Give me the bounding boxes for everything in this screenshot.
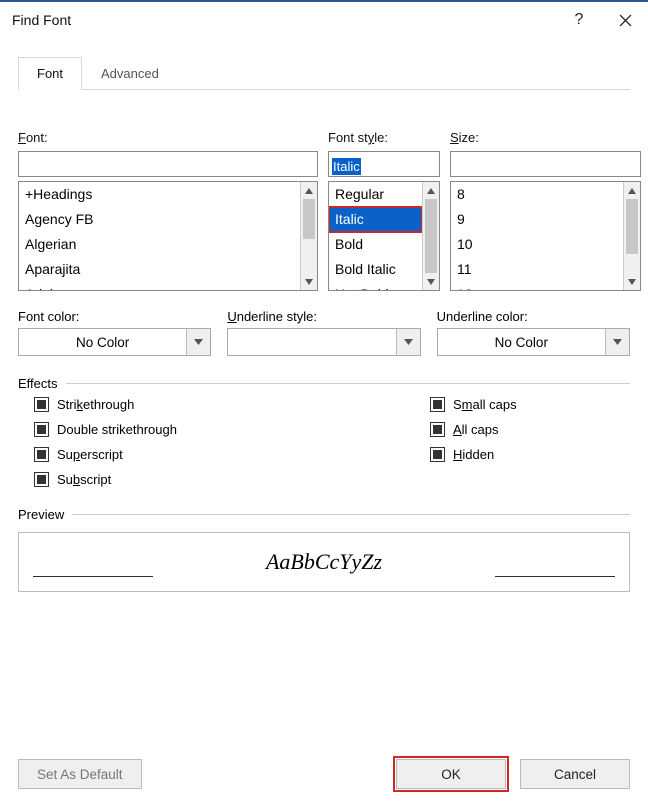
- scroll-up-icon[interactable]: [423, 182, 439, 199]
- checkbox-icon: [34, 422, 49, 437]
- size-list[interactable]: 8 9 10 11 12: [450, 181, 641, 291]
- preview-sample-text: AaBbCcYyZz: [266, 549, 382, 575]
- chevron-down-icon[interactable]: [186, 329, 210, 355]
- tab-bar: Font Advanced: [18, 56, 630, 90]
- help-button[interactable]: ?: [556, 2, 602, 38]
- underline-color-dropdown[interactable]: No Color: [437, 328, 630, 356]
- scroll-up-icon[interactable]: [624, 182, 640, 199]
- scroll-down-icon[interactable]: [301, 273, 317, 290]
- checkbox-all-caps[interactable]: All caps: [430, 422, 630, 437]
- checkbox-icon: [34, 447, 49, 462]
- font-list-item[interactable]: +Headings: [19, 182, 300, 207]
- scrollbar[interactable]: [623, 182, 640, 290]
- checkbox-hidden[interactable]: Hidden: [430, 447, 630, 462]
- font-list-item[interactable]: Arial: [19, 282, 300, 290]
- size-list-item[interactable]: 8: [451, 182, 623, 207]
- size-list-item[interactable]: 10: [451, 232, 623, 257]
- checkbox-icon: [34, 397, 49, 412]
- scrollbar[interactable]: [300, 182, 317, 290]
- preview-box: AaBbCcYyZz: [18, 532, 630, 592]
- font-style-input-text: Italic: [329, 154, 361, 178]
- underline-color-label: Underline color:: [437, 309, 630, 324]
- font-list-item[interactable]: Agency FB: [19, 207, 300, 232]
- size-list-item[interactable]: 11: [451, 257, 623, 282]
- checkbox-subscript[interactable]: Subscript: [34, 472, 430, 487]
- effects-label: Effects: [18, 376, 58, 391]
- checkbox-icon: [34, 472, 49, 487]
- scroll-thumb[interactable]: [303, 199, 315, 239]
- close-button[interactable]: [602, 2, 648, 38]
- underline-style-label: Underline style:: [227, 309, 420, 324]
- font-color-label: Font color:: [18, 309, 211, 324]
- tab-font[interactable]: Font: [18, 57, 82, 90]
- scrollbar[interactable]: [422, 182, 439, 290]
- preview-label: Preview: [18, 507, 64, 522]
- checkbox-superscript[interactable]: Superscript: [34, 447, 430, 462]
- style-list-item[interactable]: Regular: [329, 182, 422, 207]
- chevron-down-icon[interactable]: [605, 329, 629, 355]
- scroll-thumb[interactable]: [425, 199, 437, 273]
- font-list-item[interactable]: Algerian: [19, 232, 300, 257]
- font-input[interactable]: [18, 151, 318, 177]
- chevron-down-icon[interactable]: [396, 329, 420, 355]
- cancel-button[interactable]: Cancel: [520, 759, 630, 789]
- ok-button[interactable]: OK: [396, 759, 506, 789]
- set-default-button[interactable]: Set As Default: [18, 759, 142, 789]
- close-icon: [619, 14, 632, 27]
- preview-rule: [33, 576, 153, 577]
- checkbox-icon: [430, 447, 445, 462]
- scroll-down-icon[interactable]: [423, 273, 439, 290]
- size-label: Size:: [450, 130, 641, 145]
- window-title: Find Font: [12, 12, 556, 28]
- style-list-item[interactable]: Bold: [329, 232, 422, 257]
- size-list-item[interactable]: 9: [451, 207, 623, 232]
- scroll-thumb[interactable]: [626, 199, 638, 254]
- font-list[interactable]: +Headings Agency FB Algerian Aparajita A…: [18, 181, 318, 291]
- scroll-up-icon[interactable]: [301, 182, 317, 199]
- size-input[interactable]: [450, 151, 641, 177]
- checkbox-icon: [430, 397, 445, 412]
- preview-rule: [495, 576, 615, 577]
- style-list-item[interactable]: Not Bold: [329, 282, 422, 290]
- titlebar: Find Font ?: [0, 2, 648, 38]
- underline-style-dropdown[interactable]: [227, 328, 420, 356]
- style-list-item-selected[interactable]: Italic: [329, 207, 422, 232]
- checkbox-double-strikethrough[interactable]: Double strikethrough: [34, 422, 430, 437]
- size-list-item[interactable]: 12: [451, 282, 623, 290]
- font-style-label: Font style:: [328, 130, 440, 145]
- font-color-dropdown[interactable]: No Color: [18, 328, 211, 356]
- checkbox-icon: [430, 422, 445, 437]
- font-color-value: No Color: [19, 335, 186, 350]
- underline-color-value: No Color: [438, 335, 605, 350]
- font-list-item[interactable]: Aparajita: [19, 257, 300, 282]
- style-list-item[interactable]: Bold Italic: [329, 257, 422, 282]
- checkbox-small-caps[interactable]: Small caps: [430, 397, 630, 412]
- tab-advanced[interactable]: Advanced: [82, 57, 178, 90]
- scroll-down-icon[interactable]: [624, 273, 640, 290]
- checkbox-strikethrough[interactable]: Strikethrough: [34, 397, 430, 412]
- font-style-list[interactable]: Regular Italic Bold Bold Italic Not Bold: [328, 181, 440, 291]
- font-label: Font:: [18, 130, 318, 145]
